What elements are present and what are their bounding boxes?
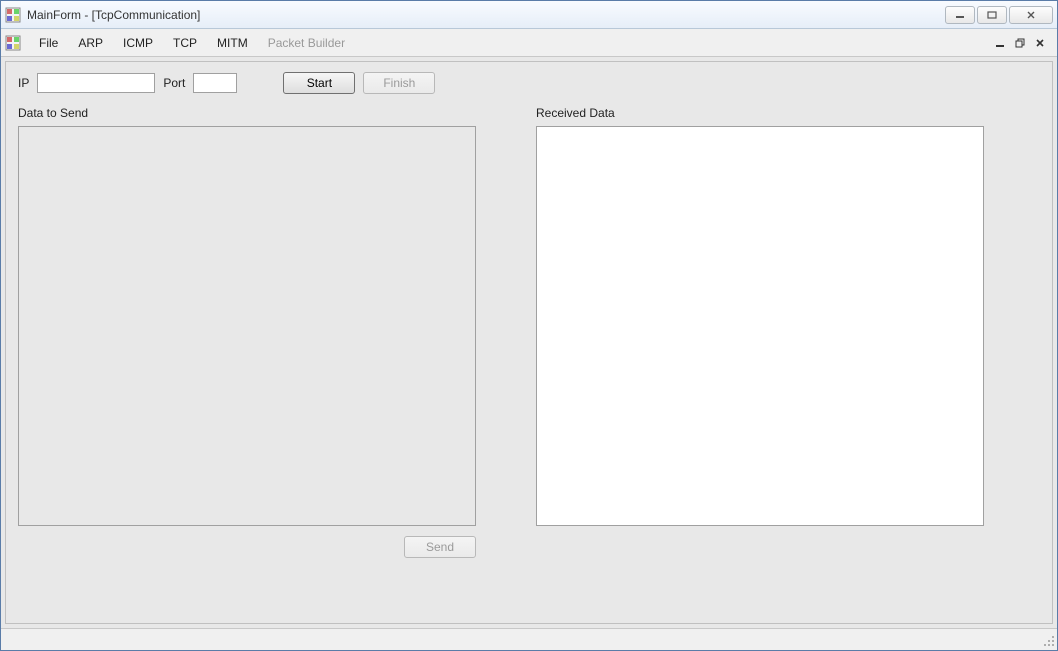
- receive-textarea[interactable]: [536, 126, 984, 526]
- mdi-minimize-button[interactable]: [991, 35, 1009, 51]
- mdi-close-button[interactable]: [1031, 35, 1049, 51]
- connection-controls: IP Port Start Finish: [14, 70, 1044, 106]
- mdi-controls: [991, 35, 1053, 51]
- close-button[interactable]: [1009, 6, 1053, 24]
- send-button: Send: [404, 536, 476, 558]
- menu-icmp[interactable]: ICMP: [113, 32, 163, 54]
- receive-label: Received Data: [536, 106, 986, 120]
- menu-arp[interactable]: ARP: [68, 32, 113, 54]
- send-label: Data to Send: [18, 106, 476, 120]
- send-panel: Data to Send Send: [18, 106, 476, 558]
- receive-panel: Received Data: [536, 106, 986, 558]
- mdi-restore-button[interactable]: [1011, 35, 1029, 51]
- menubar: File ARP ICMP TCP MITM Packet Builder: [1, 29, 1057, 57]
- window-controls: [945, 6, 1053, 24]
- finish-button: Finish: [363, 72, 435, 94]
- ip-input[interactable]: [37, 73, 155, 93]
- tcp-communication-form: IP Port Start Finish Data to Send Send R…: [5, 61, 1053, 624]
- window-title: MainForm - [TcpCommunication]: [27, 8, 945, 22]
- port-label: Port: [163, 76, 185, 90]
- statusbar: [1, 628, 1057, 650]
- send-textarea[interactable]: [18, 126, 476, 526]
- menu-file[interactable]: File: [29, 32, 68, 54]
- mdi-client-area: IP Port Start Finish Data to Send Send R…: [1, 57, 1057, 628]
- port-input[interactable]: [193, 73, 237, 93]
- main-window: MainForm - [TcpCommunication] File AR: [0, 0, 1058, 651]
- titlebar: MainForm - [TcpCommunication]: [1, 1, 1057, 29]
- minimize-button[interactable]: [945, 6, 975, 24]
- data-panels: Data to Send Send Received Data: [14, 106, 1044, 558]
- start-button[interactable]: Start: [283, 72, 355, 94]
- resize-grip-icon[interactable]: [1041, 633, 1055, 647]
- form-icon: [5, 35, 21, 51]
- maximize-button[interactable]: [977, 6, 1007, 24]
- app-icon: [5, 7, 21, 23]
- ip-label: IP: [18, 76, 29, 90]
- menu-mitm[interactable]: MITM: [207, 32, 258, 54]
- menu-tcp[interactable]: TCP: [163, 32, 207, 54]
- menu-packet-builder[interactable]: Packet Builder: [258, 32, 355, 54]
